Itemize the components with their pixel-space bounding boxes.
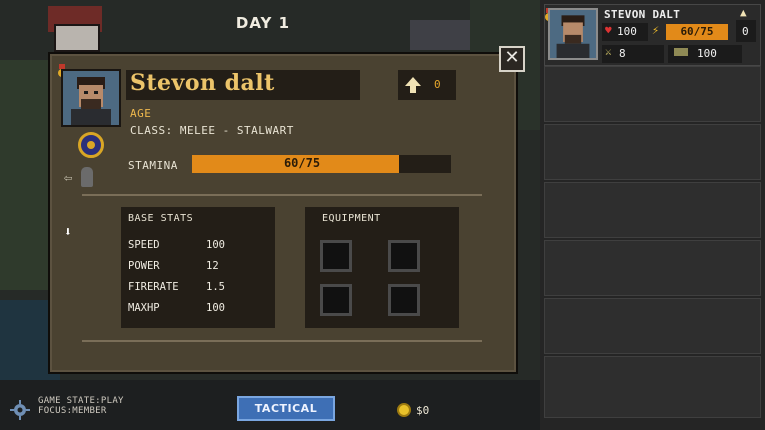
stat-maxhp-name: MAXHP [128, 302, 160, 314]
stamina-label: STAMINA [128, 159, 178, 172]
lightning-icon: ⚡ [652, 23, 660, 37]
up-arrow-icon [405, 77, 421, 93]
sword-icon: ⚔ [605, 45, 612, 58]
gear-icon[interactable] [10, 400, 30, 420]
equipment-slot-1[interactable] [320, 240, 352, 272]
roster-card-name: STEVON DALT [604, 8, 681, 21]
roster-slot-empty[interactable] [544, 66, 761, 122]
divider-top [82, 194, 482, 196]
character-portrait [61, 69, 121, 127]
member-silhouette-icon [81, 167, 93, 187]
roster-slot-empty[interactable] [544, 240, 761, 296]
stamina-text: 60/75 [283, 156, 321, 170]
up-arrow-icon: ▲ [740, 6, 747, 19]
class-label: CLASS: MELEE - STALWART [130, 124, 294, 137]
swap-member-icon[interactable]: ⇦ [64, 170, 72, 186]
roster-slot-empty[interactable] [544, 182, 761, 238]
close-button[interactable]: ✕ [499, 46, 525, 72]
stat-firerate-name: FIRERATE [128, 281, 179, 293]
roster-power-value: 8 [619, 47, 626, 60]
character-face [63, 71, 119, 125]
roster-card-portrait [548, 8, 598, 60]
stat-maxhp-value: 100 [206, 302, 225, 314]
tactical-button[interactable]: TACTICAL [237, 396, 335, 421]
stat-power-name: POWER [128, 260, 160, 272]
stat-power-value: 12 [206, 260, 219, 272]
level-box[interactable] [398, 70, 456, 100]
gold-amount: $0 [416, 404, 430, 417]
roster-level-value: 0 [742, 25, 749, 38]
base-stats-title: BASE STATS [128, 213, 194, 224]
roster-card-face [550, 10, 596, 58]
stat-speed-value: 100 [206, 239, 225, 251]
boot-icon [674, 48, 688, 56]
age-label: AGE [130, 107, 152, 120]
roster-slot-empty[interactable] [544, 298, 761, 354]
roster-speed-value: 100 [697, 47, 717, 60]
roster-slot-empty[interactable] [544, 124, 761, 180]
stat-speed-name: SPEED [128, 239, 160, 251]
coin-icon [397, 403, 411, 417]
game-state-text: GAME STATE:PLAY [38, 396, 124, 406]
level-value: 0 [434, 78, 441, 91]
focus-state-text: FOCUS:MEMBER [38, 406, 107, 416]
roster-slot-empty[interactable] [544, 356, 761, 418]
roster-health-value: 100 [617, 25, 637, 38]
equipment-slot-3[interactable] [320, 284, 352, 316]
close-icon: ✕ [504, 47, 520, 68]
stamina-bar: 60/75 [192, 155, 451, 173]
day-label: DAY 1 [235, 14, 291, 32]
roster-stamina-text: 60/75 [680, 25, 714, 38]
heart-icon: ♥ [605, 24, 612, 37]
class-emblem-icon [78, 132, 104, 158]
equipment-slot-2[interactable] [388, 240, 420, 272]
stat-firerate-value: 1.5 [206, 281, 225, 293]
divider-bottom [82, 340, 482, 342]
character-name: Stevon dalt [130, 70, 275, 96]
equipment-title: EQUIPMENT [322, 213, 381, 224]
down-arrow-icon[interactable]: ⬇ [64, 225, 72, 240]
equipment-slot-4[interactable] [388, 284, 420, 316]
